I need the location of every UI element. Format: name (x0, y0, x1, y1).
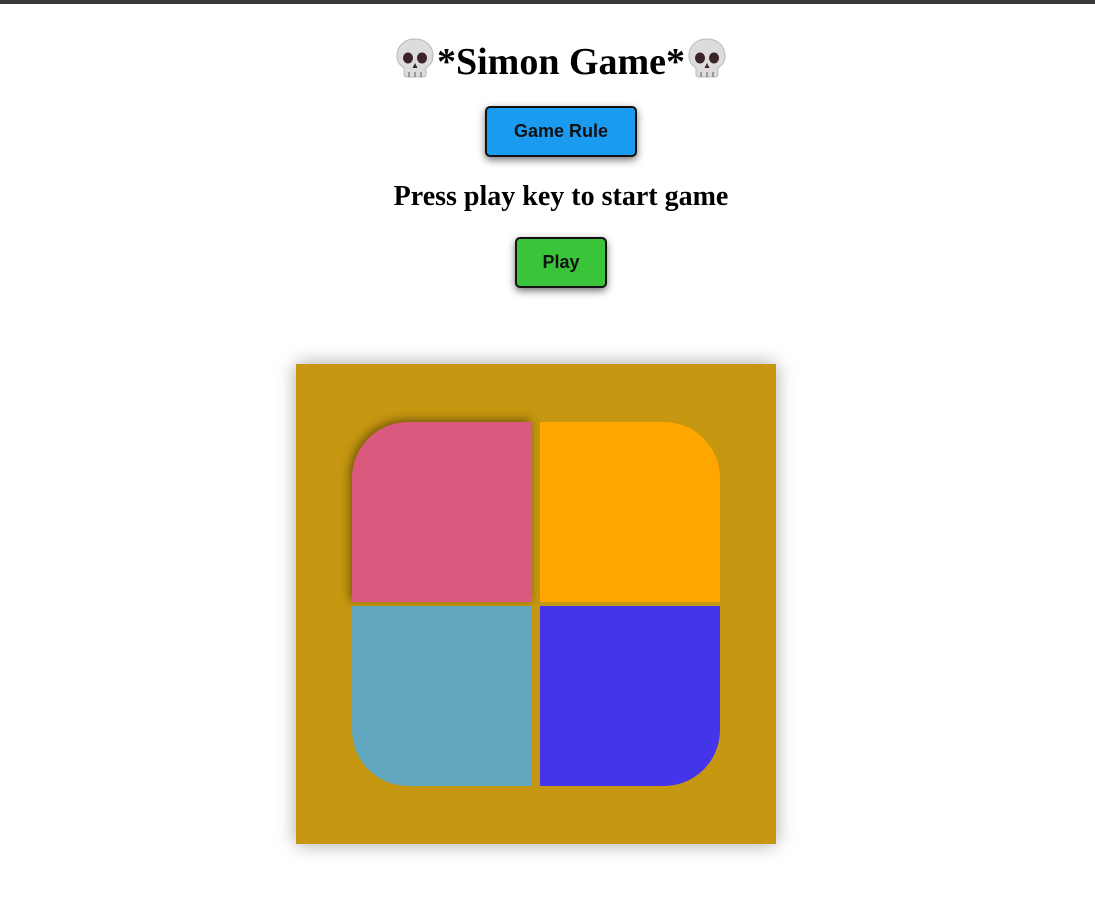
page-title: *Simon Game* (0, 36, 1095, 85)
status-message: Press play key to start game (393, 181, 729, 212)
purple-pad[interactable] (540, 606, 720, 786)
blue-pad[interactable] (352, 606, 532, 786)
yellow-pad[interactable] (540, 422, 720, 602)
play-button[interactable]: Play (515, 237, 607, 288)
game-rule-button[interactable]: Game Rule (485, 106, 637, 157)
skull-icon (396, 38, 434, 78)
title-text: *Simon Game* (436, 41, 686, 83)
game-board (296, 364, 776, 844)
red-pad[interactable] (352, 422, 532, 602)
browser-top-edge (0, 0, 1095, 4)
skull-icon (688, 38, 726, 78)
